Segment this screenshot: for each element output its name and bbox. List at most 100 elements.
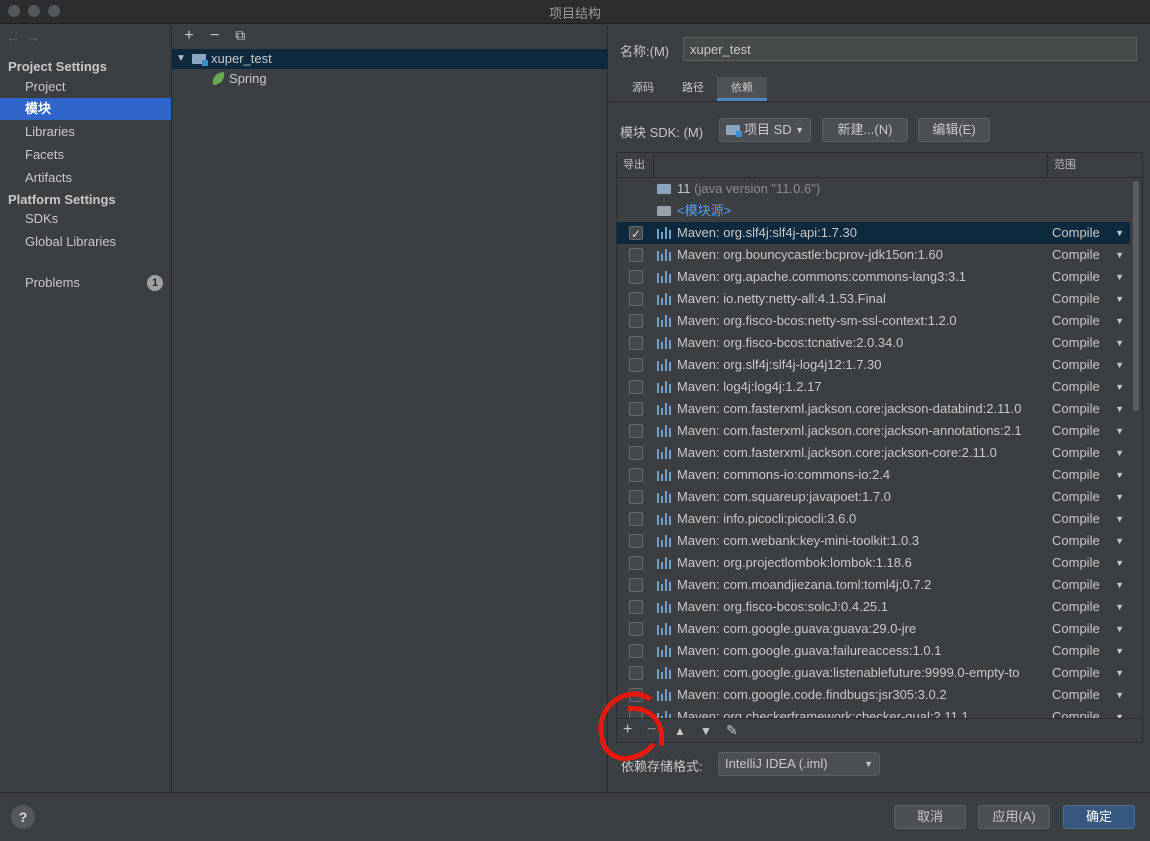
sidebar-item-artifacts[interactable]: Artifacts [0, 167, 171, 189]
scope-select[interactable]: Compile ▼ [1052, 310, 1130, 332]
storage-format-select[interactable]: IntelliJ IDEA (.iml) ▼ [718, 752, 880, 776]
export-checkbox[interactable] [629, 223, 643, 245]
scope-select[interactable]: Compile ▼ [1052, 552, 1130, 574]
dependency-row[interactable]: Maven: io.netty:netty-all:4.1.53.Final Co… [617, 288, 1130, 310]
dependency-row[interactable]: Maven: org.fisco-bcos:netty-sm-ssl-conte… [617, 310, 1130, 332]
new-sdk-button[interactable]: 新建...(N) [822, 118, 908, 142]
export-checkbox[interactable] [629, 600, 643, 614]
scope-select[interactable]: Compile ▼ [1052, 508, 1130, 530]
module-sdk-select[interactable]: 项目 SD ▼ [719, 118, 811, 142]
dependency-row[interactable]: Maven: com.fasterxml.jackson.core:jackso… [617, 442, 1130, 464]
scope-select[interactable]: Compile ▼ [1052, 288, 1130, 310]
edit-sdk-button[interactable]: 编辑(E) [918, 118, 990, 142]
dependency-row[interactable]: Maven: org.apache.commons:commons-lang3:… [617, 266, 1130, 288]
dependency-row[interactable]: Maven: org.slf4j:slf4j-log4j12:1.7.30 Com… [617, 354, 1130, 376]
tab-dependencies[interactable]: 依赖 [717, 77, 767, 101]
column-name[interactable] [653, 153, 1047, 178]
dependency-row[interactable]: Maven: commons-io:commons-io:2.4 Compile ▼ [617, 464, 1130, 486]
dependency-row[interactable]: Maven: com.fasterxml.jackson.core:jackso… [617, 398, 1130, 420]
tab-sources[interactable]: 源码 [623, 77, 663, 101]
scope-select[interactable]: Compile ▼ [1052, 464, 1130, 486]
export-checkbox[interactable] [629, 270, 643, 284]
forward-arrow-icon[interactable]: → [26, 29, 46, 45]
export-checkbox[interactable] [629, 402, 643, 416]
export-checkbox[interactable] [629, 446, 643, 460]
column-export[interactable]: 导出 [617, 153, 653, 178]
module-source-row[interactable]: <模块源> [617, 200, 1130, 222]
apply-button[interactable]: 应用(A) [978, 805, 1050, 829]
table-scrollbar[interactable] [1132, 178, 1140, 718]
help-button[interactable]: ? [11, 805, 35, 829]
export-checkbox[interactable] [629, 556, 643, 570]
scope-select[interactable]: Compile ▼ [1052, 640, 1130, 662]
add-module-button[interactable]: + [178, 27, 200, 45]
tree-node-module[interactable]: ▼ xuper_test [172, 49, 608, 69]
scope-select[interactable]: Compile ▼ [1052, 486, 1130, 508]
dependency-row[interactable]: Maven: com.google.guava:guava:29.0-jre Co… [617, 618, 1130, 640]
scope-select[interactable]: Compile ▼ [1052, 530, 1130, 552]
dependency-row[interactable]: Maven: com.google.guava:failureaccess:1.… [617, 640, 1130, 662]
sidebar-item-modules[interactable]: 模块 [0, 98, 171, 120]
scope-select[interactable]: Compile ▼ [1052, 376, 1130, 398]
edit-dependency-button[interactable]: ✎ [726, 722, 738, 739]
ok-button[interactable]: 确定 [1063, 805, 1135, 829]
remove-dependency-button[interactable]: − [647, 721, 656, 739]
sidebar-item-libraries[interactable]: Libraries [0, 121, 171, 143]
dependency-row[interactable]: Maven: org.fisco-bcos:tcnative:2.0.34.0 C… [617, 332, 1130, 354]
scope-select[interactable]: Compile ▼ [1052, 662, 1130, 684]
export-checkbox[interactable] [629, 622, 643, 636]
move-down-button[interactable]: ▼ [700, 724, 712, 738]
export-checkbox[interactable] [629, 468, 643, 482]
scope-select[interactable]: Compile ▼ [1052, 354, 1130, 376]
dependency-row[interactable]: Maven: org.slf4j:slf4j-api:1.7.30 Compile… [617, 222, 1130, 245]
scope-select[interactable]: Compile ▼ [1052, 442, 1130, 464]
dependency-row[interactable]: Maven: com.squareup:javapoet:1.7.0 Compil… [617, 486, 1130, 508]
dependency-row[interactable]: Maven: org.checkerframework:checker-qual… [617, 706, 1130, 718]
scope-select[interactable]: Compile ▼ [1052, 618, 1130, 640]
move-up-button[interactable]: ▲ [674, 724, 686, 738]
scope-select[interactable]: Compile ▼ [1052, 266, 1130, 288]
export-checkbox[interactable] [629, 512, 643, 526]
scrollbar-thumb[interactable] [1133, 181, 1139, 411]
dependency-row[interactable]: Maven: com.moandjiezana.toml:toml4j:0.7.… [617, 574, 1130, 596]
scope-select[interactable]: Compile ▼ [1052, 222, 1130, 244]
export-checkbox[interactable] [629, 688, 643, 702]
sidebar-item-facets[interactable]: Facets [0, 144, 171, 166]
export-checkbox[interactable] [629, 578, 643, 592]
export-checkbox[interactable] [629, 358, 643, 372]
sidebar-item-global-libraries[interactable]: Global Libraries [0, 231, 171, 253]
export-checkbox[interactable] [629, 380, 643, 394]
export-checkbox[interactable] [629, 248, 643, 262]
scope-select[interactable]: Compile ▼ [1052, 244, 1130, 266]
expand-triangle-icon[interactable]: ▼ [176, 49, 186, 69]
dependency-row[interactable]: Maven: info.picocli:picocli:3.6.0 Compile… [617, 508, 1130, 530]
scope-select[interactable]: Compile ▼ [1052, 332, 1130, 354]
export-checkbox[interactable] [629, 710, 643, 718]
export-checkbox[interactable] [629, 292, 643, 306]
export-checkbox[interactable] [629, 534, 643, 548]
scope-select[interactable]: Compile ▼ [1052, 398, 1130, 420]
dependency-row[interactable]: Maven: com.webank:key-mini-toolkit:1.0.3… [617, 530, 1130, 552]
dependency-row[interactable]: Maven: log4j:log4j:1.2.17 Compile ▼ [617, 376, 1130, 398]
export-checkbox[interactable] [629, 336, 643, 350]
dependency-row[interactable]: Maven: com.google.guava:listenablefuture… [617, 662, 1130, 684]
module-name-field[interactable] [683, 37, 1137, 61]
dependency-row[interactable]: Maven: org.fisco-bcos:solcJ:0.4.25.1 Comp… [617, 596, 1130, 618]
copy-module-button[interactable]: ⧉ [229, 27, 251, 44]
add-dependency-button[interactable]: + [623, 721, 632, 739]
remove-module-button[interactable]: − [204, 27, 226, 45]
sidebar-item-problems[interactable]: Problems 1 [0, 272, 171, 294]
dependency-row[interactable]: Maven: com.fasterxml.jackson.core:jackso… [617, 420, 1130, 442]
export-checkbox[interactable] [629, 644, 643, 658]
scope-select[interactable]: Compile ▼ [1052, 420, 1130, 442]
export-checkbox[interactable] [629, 314, 643, 328]
export-checkbox[interactable] [629, 666, 643, 680]
export-checkbox[interactable] [629, 490, 643, 504]
tab-paths[interactable]: 路径 [673, 77, 713, 101]
scope-select[interactable]: Compile ▼ [1052, 596, 1130, 618]
sidebar-item-project[interactable]: Project [0, 76, 171, 98]
column-scope[interactable]: 范围 [1047, 153, 1130, 178]
cancel-button[interactable]: 取消 [894, 805, 966, 829]
export-checkbox[interactable] [629, 424, 643, 438]
sdk-row[interactable]: 11 (java version "11.0.6") [617, 178, 1130, 200]
